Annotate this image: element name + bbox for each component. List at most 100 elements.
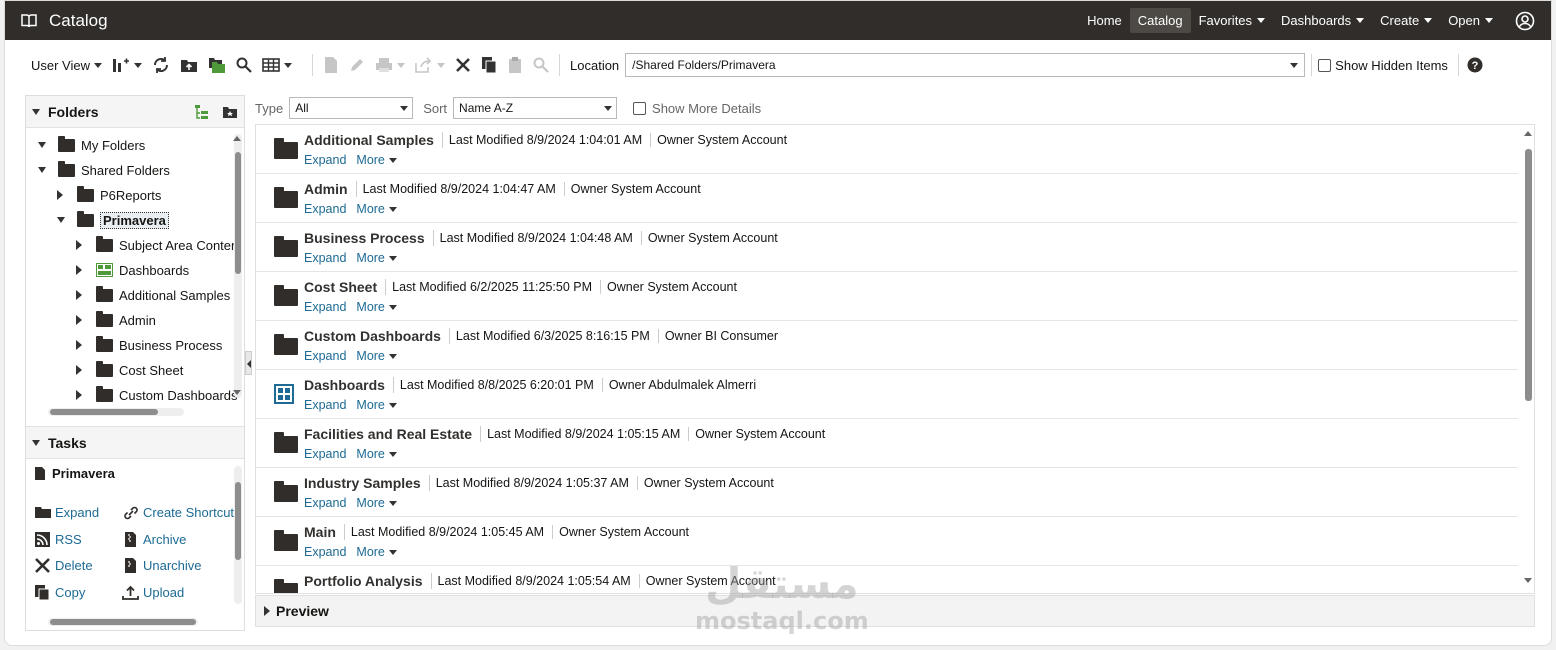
task-rss[interactable]: RSS [34,531,82,548]
help-icon[interactable]: ? [1467,57,1483,73]
expand-icon[interactable] [76,240,82,250]
folder-tree-icon[interactable] [194,104,210,120]
new-item-menu[interactable] [112,57,143,73]
paste-icon[interactable] [507,56,523,74]
edit-icon[interactable] [349,57,365,73]
item-name[interactable]: Industry Samples [304,475,430,491]
tree-item[interactable]: Cost Sheet [76,359,183,381]
expand-icon[interactable] [76,390,82,400]
scroll-thumb[interactable] [1525,149,1532,401]
tree-item[interactable]: Business Process [76,334,222,356]
more-menu[interactable]: More [356,251,397,265]
item-name[interactable]: Dashboards [304,377,394,393]
share-menu[interactable] [415,57,446,73]
tree-item[interactable]: My Folders [38,134,145,156]
scroll-thumb[interactable] [235,152,241,274]
panel-splitter[interactable] [245,351,252,375]
folders-panel-header[interactable]: Folders [26,96,244,128]
tree-item[interactable]: P6Reports [57,184,161,206]
more-menu[interactable]: More [356,447,397,461]
preview-panel-header[interactable]: Preview [255,595,1535,627]
type-select[interactable]: All [289,97,414,119]
expand-icon[interactable] [76,290,82,300]
show-hidden-checkbox[interactable] [1318,58,1332,72]
tasks-vertical-scrollbar[interactable] [234,466,242,604]
delete-icon[interactable] [455,57,471,73]
task-unarchive[interactable]: Unarchive [122,557,202,574]
more-menu[interactable]: More [356,202,397,216]
item-name[interactable]: Custom Dashboards [304,328,450,344]
tree-item[interactable]: Admin [76,309,156,331]
expand-link[interactable]: Expand [304,398,346,412]
more-menu[interactable]: More [356,545,397,559]
tree-item[interactable]: Additional Samples [76,284,230,306]
search-icon[interactable] [236,57,252,73]
tree-horizontal-scrollbar[interactable] [48,408,184,416]
tasks-panel-header[interactable]: Tasks [26,426,244,459]
nav-create[interactable]: Create [1372,8,1440,33]
expand-link[interactable]: Expand [304,496,346,510]
collapse-icon[interactable] [32,439,40,446]
tree-item[interactable]: Primavera [57,209,169,231]
list-item[interactable]: Portfolio Analysis Last Modified 8/9/2024… [256,566,1518,593]
chevron-down-icon[interactable] [1290,63,1299,68]
expand-link[interactable]: Expand [304,153,346,167]
tree-item[interactable]: Custom Dashboards [76,384,238,406]
folder-up-icon[interactable] [180,57,198,73]
list-item[interactable]: Facilities and Real Estate Last Modified … [256,419,1518,468]
expand-icon[interactable] [76,365,82,375]
folders-icon[interactable] [208,56,226,74]
more-menu[interactable]: More [356,349,397,363]
task-create-shortcut[interactable]: Create Shortcut [122,504,234,521]
item-name[interactable]: Admin [304,181,357,197]
list-item[interactable]: Cost Sheet Last Modified 6/2/2025 11:25:5… [256,272,1518,321]
expand-link[interactable]: Expand [304,545,346,559]
nav-home[interactable]: Home [1079,8,1130,33]
nav-catalog[interactable]: Catalog [1129,8,1191,33]
scroll-thumb[interactable] [235,482,241,560]
scroll-up-icon[interactable] [1524,131,1532,136]
refresh-icon[interactable] [152,56,170,74]
print-menu[interactable] [375,57,406,73]
task-upload[interactable]: Upload [122,584,184,601]
scroll-thumb[interactable] [50,409,158,415]
list-item[interactable]: Custom Dashboards Last Modified 6/3/2025 … [256,321,1518,370]
sort-select[interactable]: Name A-Z [453,97,618,119]
tree-item[interactable]: Dashboards [76,259,189,281]
more-menu[interactable]: More [356,496,397,510]
task-delete[interactable]: Delete [34,557,93,574]
expand-icon[interactable] [76,340,82,350]
item-name[interactable]: Main [304,524,345,540]
expand-icon[interactable] [264,606,270,616]
nav-open[interactable]: Open [1440,8,1501,33]
more-menu[interactable]: More [356,153,397,167]
tree-item[interactable]: Shared Folders [38,159,170,181]
item-name[interactable]: Portfolio Analysis [304,573,432,589]
expand-link[interactable]: Expand [304,349,346,363]
item-name[interactable]: Facilities and Real Estate [304,426,482,442]
list-item[interactable]: Business Process Last Modified 8/9/2024 1… [256,223,1518,272]
expand-link[interactable]: Expand [304,447,346,461]
tree-item[interactable]: Subject Area Conter [76,234,235,256]
scroll-down-icon[interactable] [233,390,241,395]
expand-link[interactable]: Expand [304,202,346,216]
collapse-icon[interactable] [57,217,65,223]
list-item[interactable]: Dashboards Last Modified 8/8/2025 6:20:01… [256,370,1518,419]
scroll-thumb[interactable] [50,619,196,625]
expand-icon[interactable] [57,190,63,200]
item-name[interactable]: Cost Sheet [304,279,387,295]
tree-vertical-scrollbar[interactable] [234,134,242,398]
item-name[interactable]: Additional Samples [304,132,443,148]
task-copy[interactable]: Copy [34,584,85,601]
tasks-horizontal-scrollbar[interactable] [48,618,198,626]
favorite-folder-icon[interactable] [222,105,238,119]
more-menu[interactable]: More [356,300,397,314]
expand-icon[interactable] [76,315,82,325]
more-menu[interactable]: More [356,398,397,412]
user-profile-icon[interactable] [1515,11,1535,31]
task-archive[interactable]: Archive [122,531,186,548]
nav-favorites[interactable]: Favorites [1191,8,1273,33]
nav-dashboards[interactable]: Dashboards [1273,8,1372,33]
show-details-checkbox[interactable] [633,101,647,115]
expand-link[interactable]: Expand [304,300,346,314]
